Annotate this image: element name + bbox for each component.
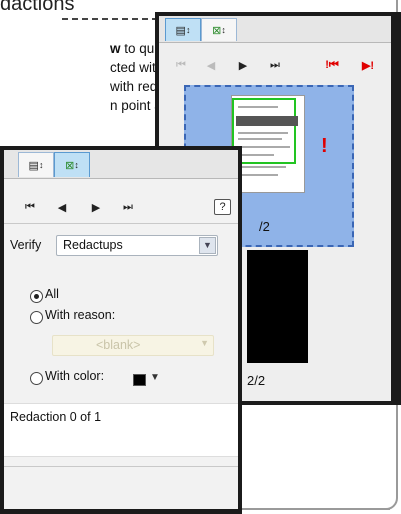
previous-page-icon: ◀ xyxy=(206,59,216,72)
redaction-icon: ⊠ xyxy=(212,24,222,37)
heading-underline xyxy=(62,18,158,20)
color-swatch[interactable] xyxy=(133,374,146,386)
thumb-text-line xyxy=(238,106,278,108)
thumb-redacted-block xyxy=(236,116,298,126)
tab-redactions[interactable]: ⊠ ↕ xyxy=(201,18,237,41)
page-label-2: 2/2 xyxy=(247,373,266,388)
first-flagged-button[interactable]: !⏮ xyxy=(321,57,343,73)
last-page-button[interactable]: ⏭ xyxy=(267,57,283,73)
body-line-1-bold: w xyxy=(110,41,121,56)
first-redaction-button[interactable]: ⏮ xyxy=(22,199,38,215)
page-thumbnails-icon: ▤ xyxy=(175,24,186,37)
radio-with-color[interactable] xyxy=(30,372,43,385)
previous-page-icon: ◀ xyxy=(57,201,67,214)
sort-icon: ↕ xyxy=(38,160,44,170)
radio-all[interactable] xyxy=(30,290,43,303)
previous-page-button[interactable]: ◀ xyxy=(203,57,219,73)
tab-thumbnails[interactable]: ▤ ↕ xyxy=(165,18,201,41)
radio-with-reason[interactable] xyxy=(30,311,43,324)
redactions-panel: ▤ ↕ ⊠ ↕ ⏮ ◀ ▶ ⏭ ? Verify Redactups ▼ All W… xyxy=(0,146,242,514)
sort-icon: ↕ xyxy=(74,160,79,170)
radio-with-color-label: With color: xyxy=(45,369,105,383)
flag-icon: ! xyxy=(321,135,328,157)
last-page-icon: ⏭ xyxy=(123,200,133,213)
thumbnail-page xyxy=(231,95,305,193)
thumb-text-line xyxy=(238,174,278,176)
sort-icon: ↕ xyxy=(185,25,191,35)
verify-select[interactable]: Redactups ▼ xyxy=(56,235,218,256)
first-page-icon: ⏮ xyxy=(25,200,35,213)
thumb-text-line xyxy=(238,154,274,156)
thumb-text-line xyxy=(238,166,286,168)
verify-label: Verify xyxy=(10,238,42,252)
next-page-icon: ▶ xyxy=(91,201,101,214)
verify-select-value: Redactups xyxy=(63,238,123,252)
reason-select-value: <blank> xyxy=(96,338,141,352)
redaction-icon: ⊠ xyxy=(65,159,75,172)
help-icon: ? xyxy=(219,201,226,213)
radio-all-label: All xyxy=(45,287,59,301)
divider xyxy=(4,466,238,467)
next-flagged-button[interactable]: ▶! xyxy=(357,57,379,73)
redactions-panel-body: ▤ ↕ ⊠ ↕ ⏮ ◀ ▶ ⏭ ? Verify Redactups ▼ All W… xyxy=(4,150,238,509)
page-label-1: /2 xyxy=(259,219,270,234)
redactions-tabbar: ▤ ↕ ⊠ ↕ xyxy=(4,150,238,179)
first-page-icon: ⏮ xyxy=(176,58,186,71)
next-redaction-button[interactable]: ▶ xyxy=(88,199,104,215)
tab-redactions[interactable]: ⊠ ↕ xyxy=(54,152,90,177)
first-page-button[interactable]: ⏮ xyxy=(173,57,189,73)
redaction-status-text: Redaction 0 of 1 xyxy=(10,410,102,424)
next-page-button[interactable]: ▶ xyxy=(235,57,251,73)
reason-select[interactable]: <blank> ▼ xyxy=(52,335,214,356)
first-flagged-icon: !⏮ xyxy=(325,58,339,71)
thumb-text-line xyxy=(238,132,288,134)
last-redaction-button[interactable]: ⏭ xyxy=(120,199,136,215)
section-heading: dactions xyxy=(0,0,75,15)
chevron-down-icon: ▼ xyxy=(199,237,216,254)
radio-with-reason-label: With reason: xyxy=(45,308,116,322)
help-button[interactable]: ? xyxy=(214,199,231,215)
chevron-down-icon: ▼ xyxy=(200,338,209,348)
thumb-text-line xyxy=(238,138,282,140)
previous-redaction-button[interactable]: ◀ xyxy=(54,199,70,215)
last-page-icon: ⏭ xyxy=(270,58,280,71)
thumbnails-tabbar: ▤ ↕ ⊠ ↕ xyxy=(159,16,391,43)
page-thumbnail-2[interactable] xyxy=(247,250,308,363)
tab-thumbnails[interactable]: ▤ ↕ xyxy=(18,152,54,177)
redactions-navbar: ⏮ ◀ ▶ ⏭ xyxy=(4,194,238,220)
color-dropdown-arrow-icon[interactable]: ▼ xyxy=(150,372,160,383)
redaction-status-box: Redaction 0 of 1 xyxy=(4,403,238,457)
divider xyxy=(4,223,238,224)
thumbnails-navbar: ⏮ ◀ ▶ ⏭ !⏮ ▶! xyxy=(159,52,391,78)
next-page-icon: ▶ xyxy=(238,59,248,72)
sort-icon: ↕ xyxy=(221,25,226,35)
page-thumbnails-icon: ▤ xyxy=(28,159,39,172)
thumb-text-line xyxy=(238,146,290,148)
next-flagged-icon: ▶! xyxy=(361,59,375,72)
